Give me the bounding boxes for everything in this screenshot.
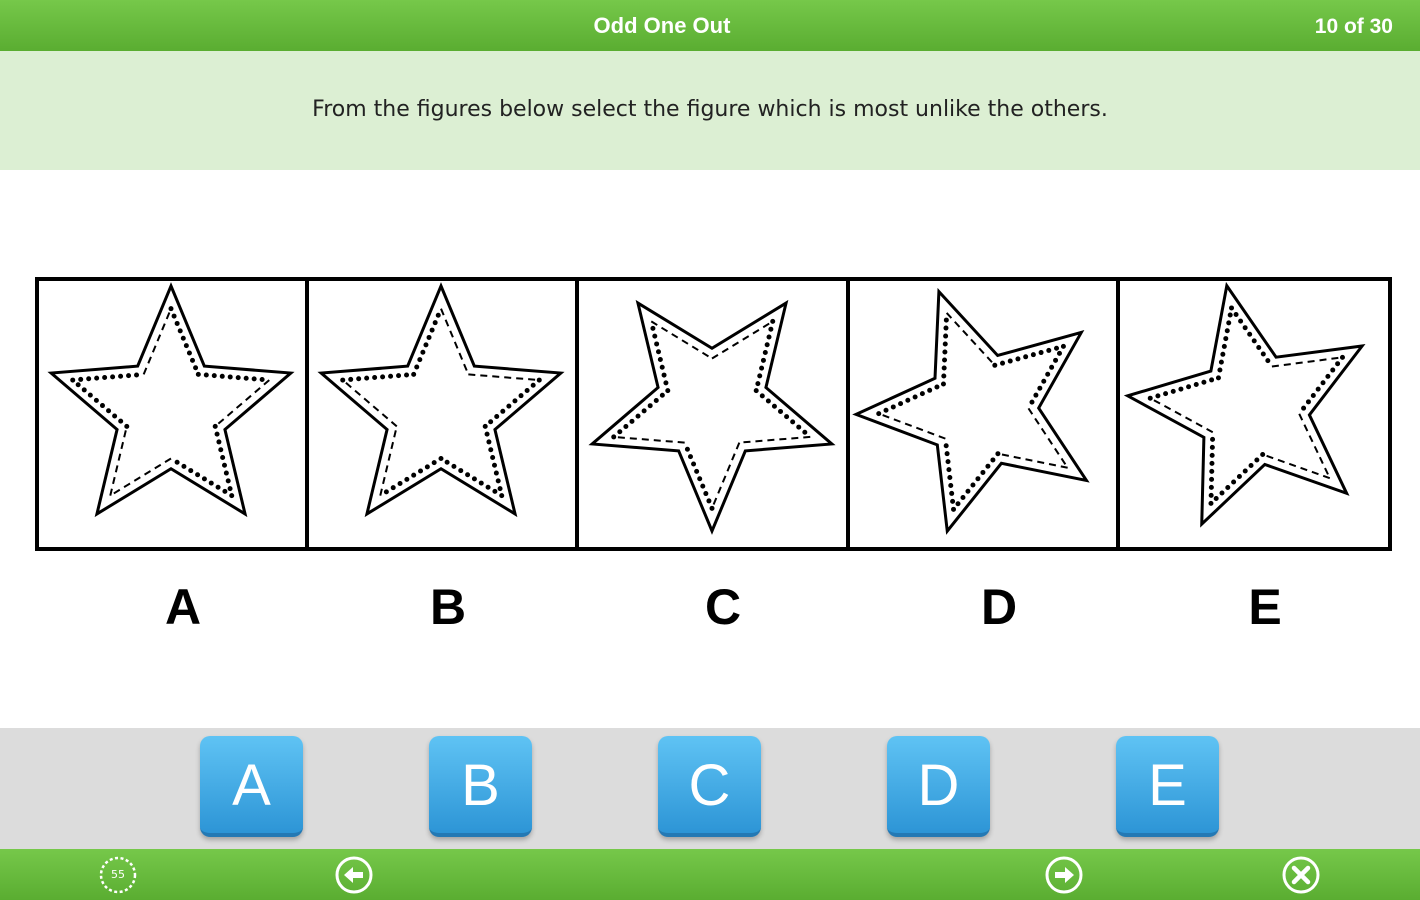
answer-button-a[interactable]: A [200, 736, 303, 837]
question-band: From the figures below select the figure… [0, 51, 1420, 170]
figure-label-a: A [164, 579, 202, 635]
timer-value: 55 [111, 868, 125, 881]
figure-label-d: D [980, 579, 1018, 635]
figure-label-e: E [1248, 579, 1282, 635]
close-icon[interactable] [1281, 855, 1321, 895]
figure-panel [35, 277, 1392, 551]
timer-icon[interactable]: 55 [98, 855, 138, 895]
back-arrow-icon[interactable] [334, 855, 374, 895]
page-title: Odd One Out [593, 13, 731, 38]
question-progress: 10 of 30 [1314, 15, 1393, 38]
figure-label-b: B [429, 579, 467, 635]
figure-label-c: C [704, 579, 742, 635]
bottom-nav-bar: 55 [0, 849, 1420, 900]
forward-arrow-icon[interactable] [1044, 855, 1084, 895]
answer-button-d[interactable]: D [887, 736, 990, 837]
question-text: From the figures below select the figure… [312, 97, 1108, 122]
answer-button-e[interactable]: E [1116, 736, 1219, 837]
answer-button-b[interactable]: B [429, 736, 532, 837]
answer-bar: A B C D E [0, 728, 1420, 849]
answer-button-c[interactable]: C [658, 736, 761, 837]
top-bar: Odd One Out 10 of 30 [0, 0, 1420, 51]
